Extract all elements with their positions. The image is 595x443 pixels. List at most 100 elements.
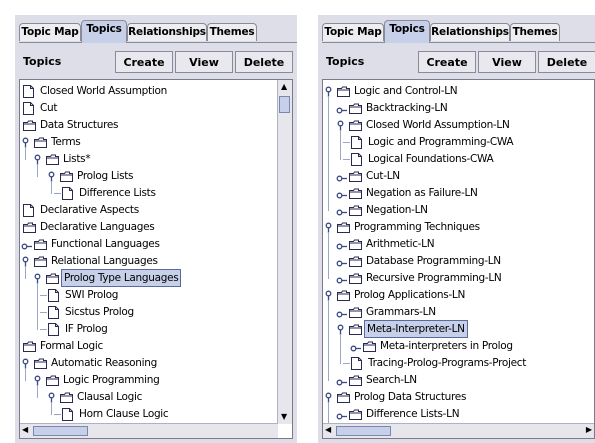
topic-tree[interactable]: Logic and Control-LN Backtracking-LN Close… (322, 79, 595, 439)
tab-topic-map[interactable]: Topic Map (322, 23, 384, 41)
tree-item-label: Meta-interpreters in Prolog (380, 340, 513, 352)
tree-item-label: Logic and Programming-CWA (368, 136, 514, 148)
tab-divider (322, 42, 595, 43)
tree-connector (25, 147, 26, 160)
folder-icon (34, 137, 47, 153)
tree-item-label: Prolog Type Languages (61, 269, 182, 287)
scroll-left-arrow-icon[interactable]: ◀ (22, 425, 28, 435)
tree-item-label: Search-LN (366, 374, 417, 386)
vertical-scroll-thumb[interactable] (279, 96, 290, 113)
create-button[interactable]: Create (115, 51, 173, 73)
tab-relationships[interactable]: Relationships (127, 23, 207, 41)
tab-topics[interactable]: Topics (81, 20, 127, 43)
collapsed-handle-icon[interactable] (336, 376, 347, 392)
tree-item-label: Cut-LN (366, 170, 400, 182)
collapsed-handle-icon[interactable] (350, 342, 361, 358)
horizontal-scrollbar[interactable]: ◀ (20, 423, 278, 438)
tree-item-label: Lists* (63, 153, 91, 165)
topics-toolbar: Topics Create View Delete (322, 51, 595, 75)
tree-connector (343, 363, 350, 364)
tab-relationships[interactable]: Relationships (430, 23, 510, 41)
collapsed-handle-icon[interactable] (336, 104, 347, 120)
folder-icon (34, 256, 47, 272)
tree-item-label: Difference Lists (79, 187, 156, 199)
folder-icon (337, 86, 350, 102)
collapsed-handle-icon[interactable] (336, 189, 347, 205)
tab-topics[interactable]: Topics (384, 20, 430, 43)
tree-item-label: Sicstus Prolog (65, 306, 134, 318)
tree-item-label: Prolog Lists (77, 170, 134, 182)
document-icon (23, 85, 34, 103)
collapsed-handle-icon[interactable] (21, 240, 32, 256)
delete-button[interactable]: Delete (235, 51, 293, 73)
folder-icon (34, 239, 47, 255)
folder-icon (23, 120, 36, 136)
collapsed-handle-icon[interactable] (336, 240, 347, 256)
collapsed-handle-icon[interactable] (336, 308, 347, 324)
collapsed-handle-icon[interactable] (336, 257, 347, 273)
tab-divider (19, 42, 297, 43)
horizontal-scroll-thumb[interactable] (33, 426, 88, 436)
view-button[interactable]: View (175, 51, 233, 73)
collapsed-handle-icon[interactable] (336, 274, 347, 290)
tree-item-label: Database Programming-LN (366, 255, 501, 267)
document-icon (351, 357, 362, 375)
folder-icon (349, 256, 362, 272)
tree-item-label: Terms (51, 136, 81, 148)
folder-icon (349, 103, 362, 119)
tree-connector (343, 159, 350, 160)
folder-icon (23, 341, 36, 357)
vertical-scrollbar[interactable]: ▲ ▼ (277, 80, 292, 424)
folder-icon (337, 222, 350, 238)
toolbar-title: Topics (326, 55, 365, 68)
tree-connector (328, 300, 329, 381)
document-icon (48, 289, 59, 307)
tree-connector (40, 312, 47, 313)
toolbar-title: Topics (23, 55, 62, 68)
collapsed-handle-icon[interactable] (336, 206, 347, 222)
folder-icon (349, 239, 362, 255)
folder-icon (349, 307, 362, 323)
scroll-down-arrow-icon[interactable]: ▼ (281, 412, 287, 422)
tree-connector (37, 164, 38, 177)
tree-connector (328, 96, 329, 211)
document-icon (48, 306, 59, 324)
tab-themes[interactable]: Themes (510, 23, 560, 41)
create-button[interactable]: Create (418, 51, 476, 73)
folder-icon (60, 171, 73, 187)
scroll-left-arrow-icon[interactable]: ◀ (325, 425, 331, 435)
tree-connector (40, 295, 47, 296)
folder-icon (349, 188, 362, 204)
tree-item-label: Prolog Applications-LN (354, 289, 466, 301)
topics-panel-right: Topic Map Topics Relationships Themes To… (318, 15, 595, 443)
scroll-up-arrow-icon[interactable]: ▲ (281, 82, 287, 92)
tree-item-label: Programming Techniques (354, 221, 480, 233)
tree-item-label: Closed World Assumption-LN (366, 119, 510, 131)
delete-button[interactable]: Delete (538, 51, 595, 73)
scroll-right-arrow-icon[interactable]: ▶ (586, 425, 592, 435)
collapsed-handle-icon[interactable] (336, 172, 347, 188)
topics-panel-left: Topic Map Topics Relationships Themes To… (15, 15, 297, 443)
tree-item-label: Logical Foundations-CWA (368, 153, 494, 165)
document-icon (23, 102, 34, 120)
tree-item-label: Declarative Aspects (40, 204, 139, 216)
tree-connector (54, 414, 61, 415)
tree-connector (40, 329, 47, 330)
tree-item-label: Clausal Logic (77, 391, 143, 403)
folder-icon (34, 358, 47, 374)
document-icon (23, 204, 34, 222)
horizontal-scrollbar[interactable]: ◀ ▶ (323, 423, 594, 438)
tree-item-label: Backtracking-LN (366, 102, 448, 114)
tab-topic-map[interactable]: Topic Map (19, 23, 81, 41)
view-button[interactable]: View (478, 51, 536, 73)
horizontal-scroll-thumb[interactable] (336, 426, 391, 436)
tree-item-label: Grammars-LN (366, 306, 436, 318)
tree-item-label: Prolog Data Structures (354, 391, 467, 403)
tree-item-label: Negation-LN (366, 204, 428, 216)
folder-icon (23, 222, 36, 238)
tree-connector (340, 334, 341, 364)
topic-tree[interactable]: Closed World Assumption Cut Data Structure… (19, 79, 293, 439)
tab-themes[interactable]: Themes (207, 23, 257, 41)
tree-connector (51, 181, 52, 194)
tree-connector (340, 130, 341, 160)
